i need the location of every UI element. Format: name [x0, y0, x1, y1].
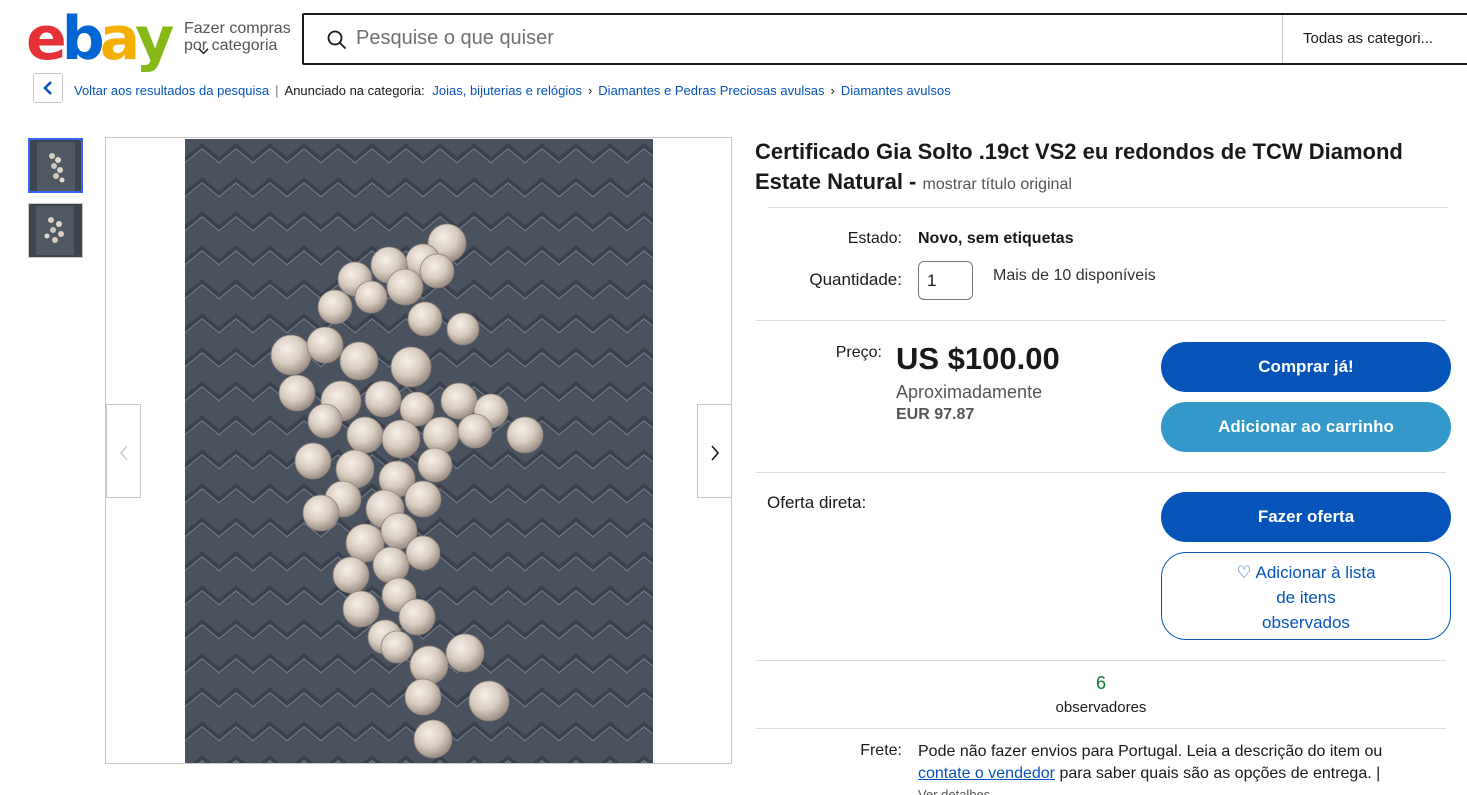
shipping-info: Pode não fazer envios para Portugal. Lei… — [918, 741, 1438, 785]
breadcrumb-item-jewelry[interactable]: Joias, bijuterias e relógios — [432, 83, 582, 98]
chevron-right-icon: › — [830, 83, 835, 98]
logo-letter-a: a — [99, 4, 140, 74]
breadcrumb: Voltar aos resultados da pesquisa | Anunci… — [74, 83, 951, 98]
search-icon — [327, 30, 347, 50]
divider — [756, 660, 1446, 661]
watchlist-label-line3: observados — [1262, 613, 1350, 632]
logo-letter-b: b — [61, 4, 105, 74]
make-offer-button[interactable]: Fazer oferta — [1161, 492, 1451, 542]
quantity-input[interactable]: 1 — [918, 261, 973, 300]
chevron-down-icon — [198, 48, 209, 55]
buy-now-button[interactable]: Comprar já! — [1161, 342, 1451, 392]
divider — [768, 207, 1448, 208]
divider — [756, 472, 1446, 473]
add-to-watchlist-button[interactable]: ♡ Adicionar à lista de itens observados — [1161, 552, 1451, 640]
next-image-button[interactable] — [697, 404, 731, 498]
watchlist-label-line2: de itens — [1276, 588, 1336, 607]
logo-letter-e: e — [26, 4, 67, 74]
breadcrumb-item-loose-gems[interactable]: Diamantes e Pedras Preciosas avulsas — [598, 83, 824, 98]
price-label: Preço: — [835, 344, 882, 361]
previous-image-button[interactable] — [106, 404, 141, 498]
thumbnail-image-2[interactable] — [28, 203, 83, 258]
approx-label: Aproximadamente — [896, 382, 1043, 402]
best-offer-label: Oferta direta: — [767, 493, 867, 512]
search-bar: Pesquise o que quiser Todas as categori.… — [302, 13, 1467, 65]
watchlist-label-line1: Adicionar à lista — [1255, 563, 1376, 582]
chevron-left-icon — [119, 445, 128, 461]
main-image-container — [105, 137, 732, 764]
chevron-right-icon: › — [587, 83, 593, 98]
diamonds-thumb-icon — [44, 217, 64, 243]
product-photo[interactable] — [185, 139, 653, 763]
diamonds-thumb-icon — [49, 153, 65, 183]
category-select-label: Todas as categori... — [1303, 30, 1434, 47]
availability-text: Mais de 10 disponíveis — [993, 267, 1156, 284]
item-title: Certificado Gia Solto .19ct VS2 eu redon… — [755, 137, 1455, 200]
item-price: US $100.00 — [896, 341, 1060, 376]
watchers-label: observadores — [1055, 699, 1147, 716]
contact-seller-link[interactable]: contate o vendedor — [918, 765, 1055, 782]
see-details-link[interactable]: Ver detalhes — [918, 787, 990, 795]
back-button[interactable] — [33, 73, 63, 103]
ebay-logo[interactable]: ebay — [26, 8, 176, 70]
shipping-label: Frete: — [860, 742, 902, 759]
logo-letter-y: y — [135, 4, 174, 74]
item-title-text: Certificado Gia Solto .19ct VS2 eu redon… — [755, 139, 1403, 194]
breadcrumb-item-loose-diamonds[interactable]: Diamantes avulsos — [841, 83, 951, 98]
chevron-left-icon — [43, 81, 52, 95]
approx-price: EUR 97.87 — [896, 406, 975, 423]
show-original-title-link[interactable]: mostrar título original — [923, 176, 1072, 193]
breadcrumb-divider: | — [275, 83, 279, 98]
listed-in-label: Anunciado na categoria: — [284, 83, 425, 98]
shipping-text-1: Pode não fazer envios para Portugal. Lei… — [918, 743, 1383, 760]
divider — [756, 728, 1446, 729]
quantity-label: Quantidade: — [809, 270, 902, 289]
back-to-results-link[interactable]: Voltar aos resultados da pesquisa — [74, 83, 269, 98]
watchers-count: 6 — [1095, 673, 1106, 693]
chevron-right-icon — [711, 445, 720, 461]
shop-by-category-button[interactable]: Fazer compras por categoria — [184, 20, 299, 55]
condition-value: Novo, sem etiquetas — [918, 230, 1074, 247]
shipping-text-2: para saber quais são as opções de entreg… — [1059, 765, 1381, 782]
condition-label: Estado: — [847, 230, 902, 247]
thumbnail-image-1[interactable] — [28, 138, 83, 193]
divider — [756, 320, 1446, 321]
category-select[interactable]: Todas as categori... — [1282, 15, 1467, 63]
search-input[interactable]: Pesquise o que quiser — [356, 27, 554, 50]
heart-icon: ♡ — [1236, 563, 1252, 582]
add-to-cart-button[interactable]: Adicionar ao carrinho — [1161, 402, 1451, 452]
